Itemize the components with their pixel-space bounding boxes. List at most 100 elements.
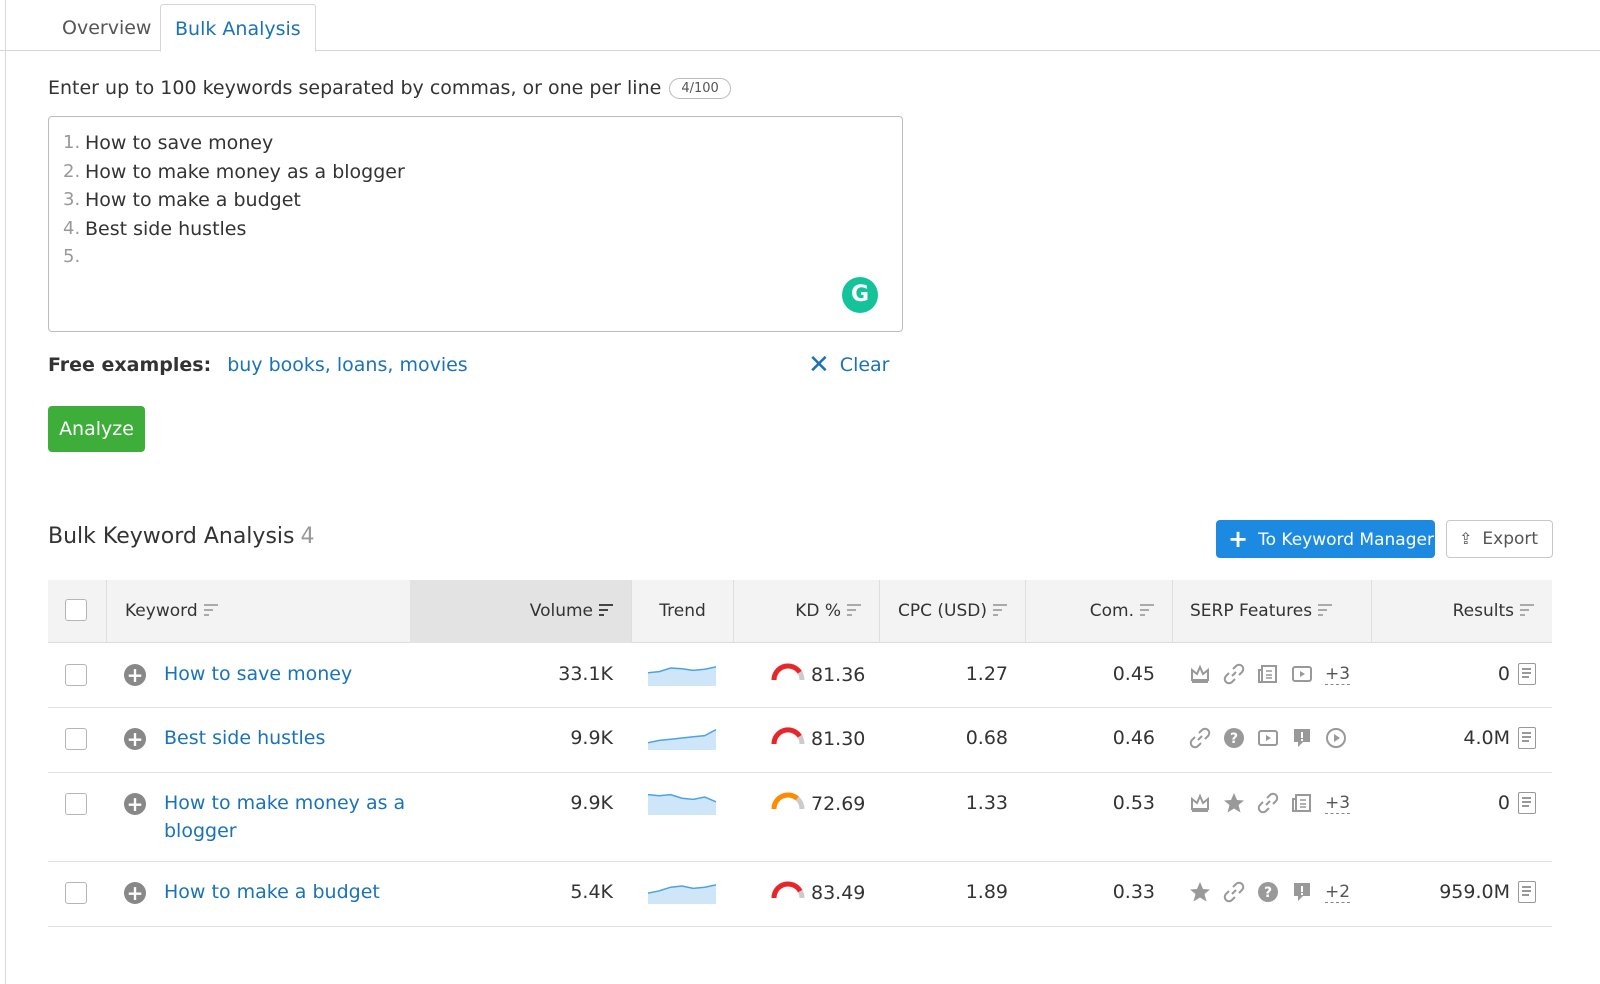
- trend-sparkline: [647, 662, 717, 686]
- add-keyword-icon[interactable]: +: [124, 793, 146, 815]
- svg-text:?: ?: [1264, 885, 1272, 901]
- upload-icon: ⇪: [1459, 529, 1473, 548]
- row-checkbox[interactable]: [65, 793, 87, 815]
- link-icon[interactable]: [1223, 663, 1245, 685]
- plus-icon: +: [1228, 525, 1249, 553]
- serp-snapshot-icon[interactable]: [1518, 727, 1536, 749]
- column-kd[interactable]: KD %: [733, 580, 879, 643]
- column-trend-label: Trend: [659, 601, 706, 621]
- table-row: + How to make a budget 5.4K 83.49 1.89 0.33? +…: [48, 862, 1552, 927]
- link-icon[interactable]: [1189, 727, 1211, 749]
- clear-button[interactable]: ✕ Clear: [808, 352, 890, 378]
- volume-value: 5.4K: [570, 881, 613, 903]
- analyze-button[interactable]: Analyze: [48, 406, 145, 452]
- crown-icon[interactable]: [1189, 663, 1211, 685]
- kd-gauge-icon: [771, 881, 805, 904]
- faq-icon[interactable]: [1291, 881, 1313, 903]
- tab-overview[interactable]: Overview: [48, 4, 165, 52]
- table-row: + Best side hustles 9.9K 81.30 0.68 0.46? 4.0M: [48, 708, 1552, 773]
- serp-features: ? +2: [1189, 881, 1351, 903]
- sort-icon[interactable]: [1318, 603, 1333, 617]
- column-results[interactable]: Results: [1371, 580, 1552, 643]
- row-checkbox[interactable]: [65, 728, 87, 750]
- keyword-link[interactable]: Best side hustles: [164, 724, 414, 752]
- column-results-label: Results: [1452, 601, 1514, 621]
- crown-icon[interactable]: [1189, 792, 1211, 814]
- grammarly-icon[interactable]: G: [842, 277, 878, 313]
- input-instruction: Enter up to 100 keywords separated by co…: [48, 77, 731, 99]
- keyword-link[interactable]: How to save money: [164, 660, 414, 688]
- column-com-label: Com.: [1089, 601, 1134, 621]
- row-checkbox[interactable]: [65, 882, 87, 904]
- serp-features: +3: [1189, 663, 1351, 685]
- star-icon[interactable]: [1223, 792, 1245, 814]
- sort-icon[interactable]: [847, 603, 861, 617]
- tab-bulk-analysis[interactable]: Bulk Analysis: [160, 4, 316, 52]
- news-icon[interactable]: [1257, 663, 1279, 685]
- keywords-textarea[interactable]: 1. How to save money 2. How to make money …: [48, 116, 903, 332]
- sort-icon[interactable]: [1140, 603, 1154, 617]
- results-cell: 0: [1498, 663, 1536, 685]
- cpc-value: 1.89: [965, 881, 1008, 903]
- column-keyword[interactable]: Keyword: [106, 580, 410, 643]
- keyword-link[interactable]: How to make money as a blogger: [164, 789, 414, 845]
- row-checkbox[interactable]: [65, 664, 87, 686]
- export-button-label: Export: [1482, 529, 1539, 549]
- to-keyword-manager-button[interactable]: + To Keyword Manager: [1216, 520, 1435, 558]
- volume-value: 9.9K: [570, 727, 613, 749]
- news-icon[interactable]: [1291, 792, 1313, 814]
- keyword-link[interactable]: How to make a budget: [164, 878, 414, 906]
- sort-icon[interactable]: [993, 603, 1007, 617]
- free-examples-links[interactable]: buy books, loans, movies: [227, 354, 468, 376]
- kd-value: 81.36: [811, 663, 866, 686]
- serp-snapshot-icon[interactable]: [1518, 881, 1536, 903]
- video-icon[interactable]: [1257, 727, 1279, 749]
- line-number: 4.: [63, 217, 81, 239]
- com-value: 0.45: [1112, 663, 1155, 685]
- select-all-checkbox[interactable]: [65, 599, 87, 621]
- add-keyword-icon[interactable]: +: [124, 664, 146, 686]
- kd-cell: 83.49: [771, 881, 865, 904]
- faq-icon[interactable]: [1291, 727, 1313, 749]
- tab-bar: Overview Bulk Analysis: [0, 0, 1600, 52]
- link-icon[interactable]: [1223, 881, 1245, 903]
- serp-more-link[interactable]: +2: [1325, 882, 1351, 903]
- add-keyword-icon[interactable]: +: [124, 882, 146, 904]
- svg-text:?: ?: [1230, 731, 1238, 747]
- free-examples-label: Free examples:: [48, 354, 212, 376]
- link-icon[interactable]: [1257, 792, 1279, 814]
- line-number: 2.: [63, 160, 81, 182]
- star-icon[interactable]: [1189, 881, 1211, 903]
- serp-snapshot-icon[interactable]: [1518, 663, 1536, 685]
- line-text: How to save money: [85, 132, 274, 154]
- column-volume[interactable]: Volume: [410, 580, 631, 643]
- serp-more-link[interactable]: +3: [1325, 664, 1351, 685]
- column-cpc[interactable]: CPC (USD): [879, 580, 1025, 643]
- textarea-line: 3. How to make a budget: [63, 186, 902, 215]
- kd-gauge-icon: [771, 663, 805, 686]
- cpc-value: 1.33: [965, 792, 1008, 814]
- column-serp[interactable]: SERP Features: [1172, 580, 1371, 643]
- com-value: 0.53: [1112, 792, 1155, 814]
- line-number: 5.: [63, 246, 81, 268]
- add-keyword-icon[interactable]: +: [124, 728, 146, 750]
- kd-value: 83.49: [811, 881, 866, 904]
- line-number: 1.: [63, 132, 81, 153]
- sort-icon[interactable]: [599, 603, 613, 617]
- volume-value: 9.9K: [570, 792, 613, 814]
- line-text: How to make money as a blogger: [85, 160, 405, 183]
- com-value: 0.33: [1112, 881, 1155, 903]
- column-volume-label: Volume: [529, 601, 593, 621]
- video-icon[interactable]: [1291, 663, 1313, 685]
- question-icon[interactable]: ?: [1223, 727, 1245, 749]
- export-button[interactable]: ⇪ Export: [1446, 520, 1553, 558]
- column-cpc-label: CPC (USD): [898, 601, 987, 621]
- table-row: + How to make money as a blogger 9.9K 72.69…: [48, 773, 1552, 862]
- sort-icon[interactable]: [1520, 603, 1534, 617]
- column-com[interactable]: Com.: [1025, 580, 1172, 643]
- play-icon[interactable]: [1325, 727, 1347, 749]
- sort-icon[interactable]: [203, 603, 218, 617]
- question-icon[interactable]: ?: [1257, 881, 1279, 903]
- serp-more-link[interactable]: +3: [1325, 793, 1351, 814]
- serp-snapshot-icon[interactable]: [1518, 792, 1536, 814]
